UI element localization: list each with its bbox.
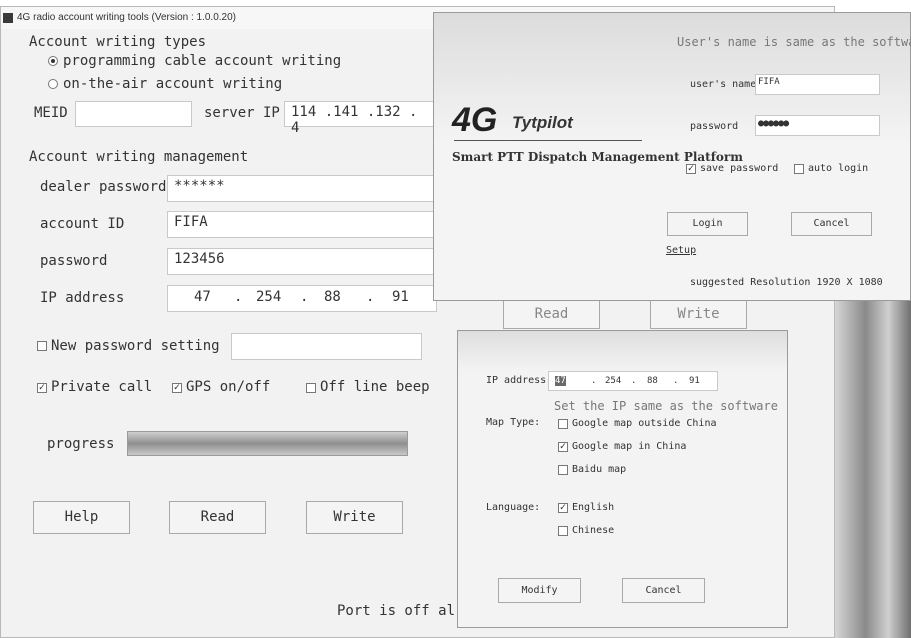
modify-button[interactable]: Modify — [498, 578, 581, 603]
platform-name: Smart PTT Dispatch Management Platform — [452, 150, 743, 164]
window-title: 4G radio account writing tools (Version … — [17, 12, 237, 23]
google-outside-label: Google map outside China — [572, 418, 717, 429]
ip-octet-1: 47 — [555, 376, 566, 386]
ip-address-input[interactable]: 47 . 254 . 88 . 91 — [167, 285, 437, 312]
new-password-input[interactable] — [231, 333, 422, 360]
baidu-label: Baidu map — [572, 464, 627, 475]
save-password-checkbox[interactable]: ✓ — [686, 164, 696, 174]
account-id-input[interactable]: FIFA — [167, 211, 437, 238]
read-button[interactable]: Read — [169, 501, 266, 534]
types-group-title: Account writing types — [29, 34, 207, 50]
logo-4g: 4G — [452, 101, 498, 139]
help-button[interactable]: Help — [33, 501, 130, 534]
dealer-password-label: dealer password — [40, 179, 167, 195]
english-checkbox[interactable]: ✓ — [558, 503, 568, 513]
ip-dot: . — [673, 376, 679, 386]
ip-address-label: IP address — [486, 375, 547, 386]
english-label: English — [572, 502, 615, 513]
progress-label: progress — [47, 436, 115, 452]
baidu-checkbox[interactable] — [558, 465, 568, 475]
logo-divider — [454, 140, 642, 141]
ip-dot: . — [300, 289, 309, 305]
save-password-label: save password — [700, 163, 779, 174]
map-type-label: Map Type: — [486, 417, 541, 428]
ip-octet-3: 88 — [324, 289, 341, 305]
login-hint: User's name is same as the software — [677, 35, 911, 49]
ip-octet-4: 91 — [392, 289, 409, 305]
username-input[interactable]: FIFA — [755, 74, 880, 95]
password-input[interactable]: ●●●●●● — [755, 115, 880, 136]
login-button[interactable]: Login — [667, 212, 748, 236]
radio-programming-label: programming cable account writing — [63, 53, 342, 69]
progress-bar — [127, 431, 408, 456]
ip-dot: . — [591, 376, 597, 386]
radio-ota-label: on-the-air account writing — [63, 76, 283, 92]
read-button-secondary[interactable]: Read — [503, 299, 600, 329]
username-label: user's name — [690, 79, 757, 90]
auto-login-checkbox[interactable] — [794, 164, 804, 174]
progress-fill — [128, 432, 407, 455]
password-label: password — [40, 253, 108, 269]
background-flower-image — [835, 300, 911, 638]
ip-dot: . — [631, 376, 637, 386]
setup-dialog-header — [458, 331, 787, 371]
radio-ota[interactable] — [48, 79, 58, 89]
account-id-label: account ID — [40, 216, 125, 232]
logo-brand: Tytpilot — [512, 113, 573, 132]
login-window: User's name is same as the software 4G T… — [433, 12, 911, 301]
password-label: password — [690, 121, 739, 132]
chinese-label: Chinese — [572, 525, 615, 536]
server-ip-label: server IP — [204, 105, 280, 121]
app-icon — [3, 13, 13, 23]
status-text: Port is off al — [337, 603, 456, 619]
language-label: Language: — [486, 502, 541, 513]
ip-octet-1: 47 — [194, 289, 211, 305]
ip-dot: . — [234, 289, 243, 305]
meid-label: MEID — [34, 105, 68, 121]
ip-hint: Set the IP same as the software — [554, 399, 778, 413]
meid-input[interactable] — [75, 101, 192, 127]
ip-octet-2: 254 — [256, 289, 282, 305]
radio-programming[interactable] — [48, 56, 58, 66]
google-china-checkbox[interactable]: ✓ — [558, 442, 568, 452]
setup-dialog: IP address 47 . 254 . 88 . 91 Set the IP… — [457, 330, 788, 628]
ip-address-input[interactable]: 47 . 254 . 88 . 91 — [548, 371, 718, 391]
write-button-secondary[interactable]: Write — [650, 299, 747, 329]
password-input[interactable]: 123456 — [167, 248, 437, 275]
ip-address-label: IP address — [40, 290, 125, 306]
gps-checkbox[interactable]: ✓ — [172, 383, 182, 393]
google-china-label: Google map in China — [572, 441, 687, 452]
new-password-label: New password setting — [51, 338, 220, 354]
offline-beep-label: Off line beep — [320, 379, 430, 395]
resolution-hint: suggested Resolution 1920 X 1080 — [690, 277, 883, 288]
new-password-checkbox[interactable] — [37, 341, 47, 351]
private-call-checkbox[interactable]: ✓ — [37, 383, 47, 393]
dealer-password-input[interactable]: ****** — [167, 175, 437, 202]
chinese-checkbox[interactable] — [558, 526, 568, 536]
google-outside-checkbox[interactable] — [558, 419, 568, 429]
cancel-button[interactable]: Cancel — [622, 578, 705, 603]
setup-link[interactable]: Setup — [666, 245, 696, 256]
mgmt-group-title: Account writing management — [29, 149, 249, 165]
gps-label: GPS on/off — [186, 379, 271, 395]
ip-octet-3: 88 — [647, 376, 658, 386]
cancel-button[interactable]: Cancel — [791, 212, 872, 236]
server-ip-input[interactable]: 114 .141 .132 . 4 — [284, 101, 436, 136]
ip-octet-4: 91 — [689, 376, 700, 386]
private-call-label: Private call — [51, 379, 153, 395]
ip-dot: . — [366, 289, 375, 305]
ip-octet-2: 254 — [605, 376, 622, 386]
offline-beep-checkbox[interactable] — [306, 383, 316, 393]
auto-login-label: auto login — [808, 163, 869, 174]
write-button[interactable]: Write — [306, 501, 403, 534]
